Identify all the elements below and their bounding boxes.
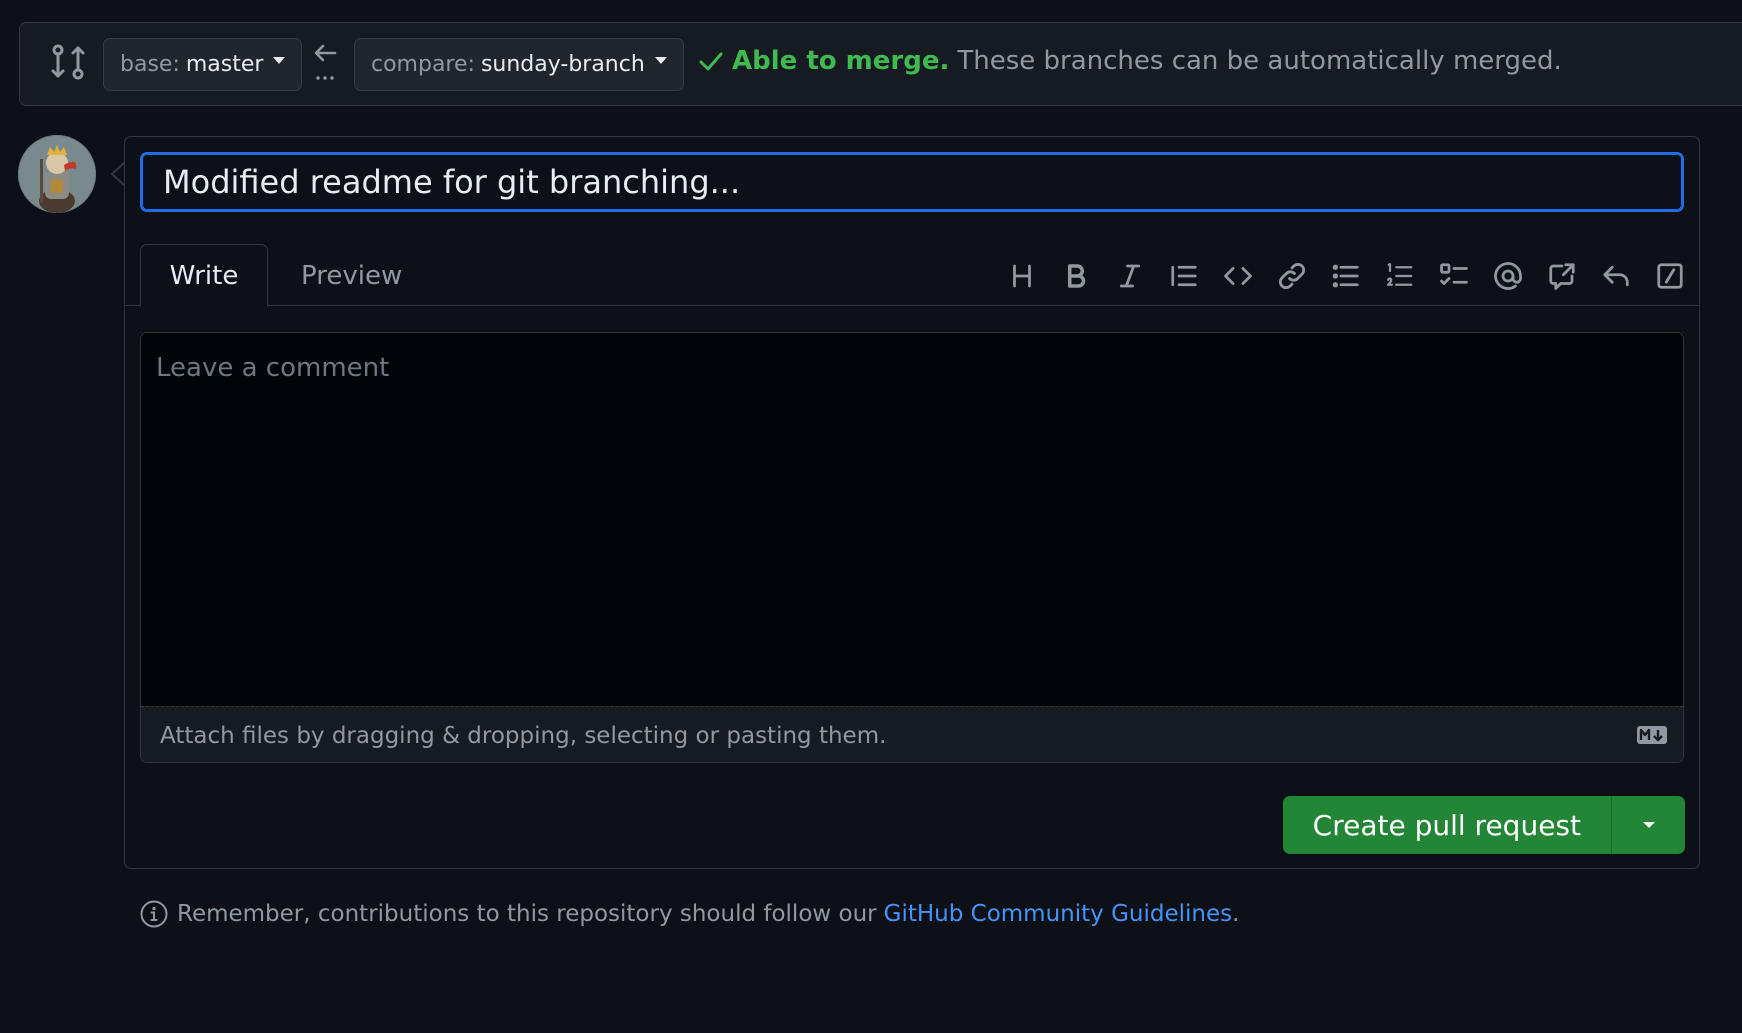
base-branch-name: master: [185, 52, 264, 77]
compare-branch-select[interactable]: compare: sunday-branch: [354, 38, 684, 91]
contribution-note-suffix: .: [1232, 901, 1240, 927]
heading-icon[interactable]: [1005, 259, 1039, 293]
community-guidelines-link[interactable]: GitHub Community Guidelines: [884, 901, 1232, 927]
base-branch-select[interactable]: base: master: [103, 38, 303, 91]
avatar[interactable]: [18, 135, 96, 213]
create-pr-options-button[interactable]: [1611, 796, 1685, 854]
check-icon: [699, 52, 723, 71]
comment-editor: Attach files by dragging & dropping, sel…: [140, 332, 1684, 763]
ordered-list-icon[interactable]: [1383, 259, 1417, 293]
editor-tabs: Write Preview: [125, 244, 1699, 307]
pull-request-form: Write Preview: [124, 136, 1700, 869]
create-pr-button-group: Create pull request: [1282, 796, 1685, 854]
comment-pointer: [110, 161, 126, 187]
comment-textarea[interactable]: [141, 333, 1683, 706]
unordered-list-icon[interactable]: [1329, 259, 1363, 293]
mention-icon[interactable]: [1491, 259, 1525, 293]
compare-prefix: compare:: [371, 52, 475, 77]
arrow-left-icon: [314, 44, 337, 80]
link-icon[interactable]: [1275, 259, 1309, 293]
compare-branch-name: sunday-branch: [480, 52, 645, 77]
markdown-icon[interactable]: [1636, 725, 1668, 745]
tab-write[interactable]: Write: [140, 244, 268, 307]
merge-description: These branches can be automatically merg…: [957, 46, 1562, 76]
create-pull-request-button[interactable]: Create pull request: [1282, 796, 1611, 854]
chevron-down-icon: [273, 57, 286, 64]
merge-ok-text: Able to merge.: [732, 46, 950, 76]
chevron-down-icon: [654, 57, 667, 64]
markdown-toolbar: [985, 256, 1687, 296]
base-prefix: base:: [120, 52, 180, 77]
quote-icon[interactable]: [1167, 259, 1201, 293]
merge-status: Able to merge. These branches can be aut…: [698, 46, 1562, 76]
contribution-note: Remember, contributions to this reposito…: [139, 899, 1239, 929]
branch-range-bar: base: master compare: sunday-branch Able…: [19, 22, 1742, 106]
undo-icon[interactable]: [1599, 259, 1633, 293]
attach-files-text: Attach files by dragging & dropping, sel…: [160, 722, 887, 749]
chevron-down-icon: [1642, 822, 1655, 828]
git-compare-icon: [51, 44, 85, 80]
info-icon: [140, 900, 168, 928]
task-list-icon[interactable]: [1437, 259, 1471, 293]
italic-icon[interactable]: [1113, 259, 1147, 293]
contribution-note-text: Remember, contributions to this reposito…: [177, 901, 877, 927]
slash-command-icon[interactable]: [1653, 259, 1687, 293]
cross-reference-icon[interactable]: [1545, 259, 1579, 293]
avatar-image: [18, 135, 96, 213]
attach-files-bar[interactable]: Attach files by dragging & dropping, sel…: [141, 706, 1683, 762]
code-icon[interactable]: [1221, 259, 1255, 293]
pr-title-input[interactable]: [140, 152, 1684, 212]
tab-preview[interactable]: Preview: [271, 244, 432, 307]
bold-icon[interactable]: [1059, 259, 1093, 293]
